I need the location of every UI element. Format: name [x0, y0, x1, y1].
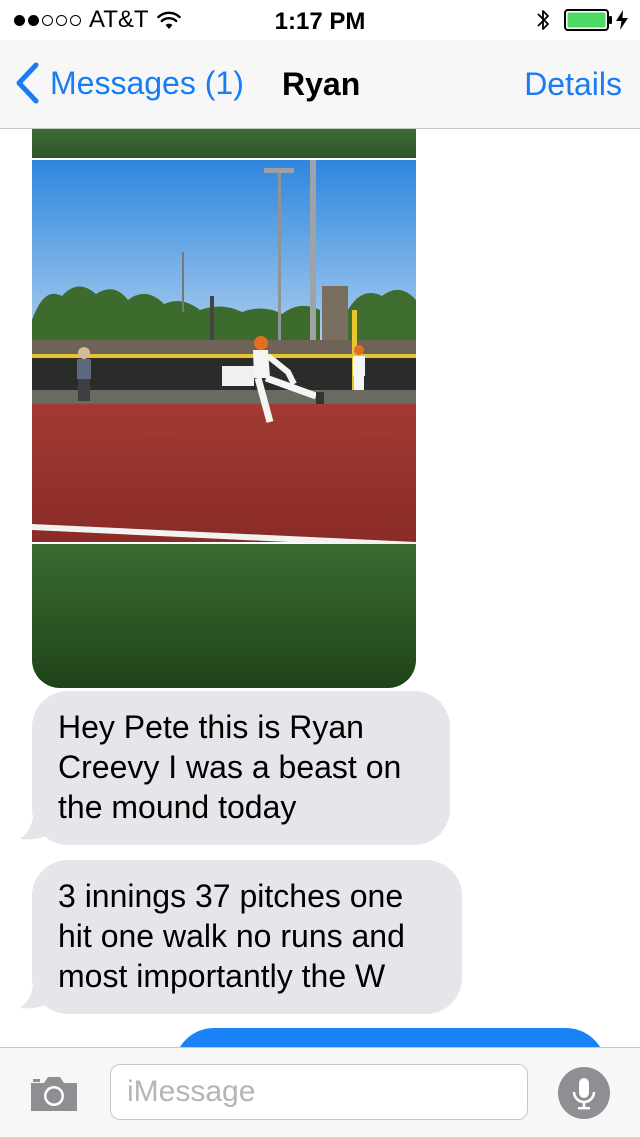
microphone-button[interactable] — [558, 1067, 610, 1119]
camera-icon — [31, 1077, 77, 1111]
back-button-label: Messages (1) — [50, 64, 244, 101]
sent-message-bubble[interactable] — [174, 1028, 606, 1047]
bluetooth-icon — [537, 10, 549, 30]
chevron-left-icon — [16, 62, 39, 104]
battery-icon — [564, 9, 612, 31]
details-button[interactable]: Details — [524, 66, 622, 103]
contact-name-title[interactable]: Ryan — [282, 66, 360, 103]
baseball-photo — [32, 160, 416, 688]
received-message-bubble[interactable]: Hey Pete this is Ryan Creevy I was a bea… — [32, 691, 450, 845]
microphone-icon — [558, 1067, 610, 1119]
back-button[interactable]: Messages (1) — [14, 62, 244, 104]
message-input-bar — [0, 1047, 640, 1137]
battery — [564, 9, 628, 31]
conversation[interactable]: Hey Pete this is Ryan Creevy I was a bea… — [0, 129, 640, 1047]
navigation-bar: Messages (1) Ryan Details — [0, 40, 640, 129]
bubble-tail — [20, 811, 54, 840]
imessage-input[interactable] — [110, 1064, 528, 1120]
camera-button[interactable] — [28, 1074, 80, 1114]
received-message-bubble[interactable]: 3 innings 37 pitches one hit one walk no… — [32, 860, 462, 1014]
status-bar: AT&T 1:17 PM — [0, 0, 640, 40]
charging-bolt-icon — [616, 10, 628, 30]
bubble-tail — [20, 980, 54, 1009]
photo-message[interactable] — [32, 160, 416, 688]
previous-photo-edge[interactable] — [32, 129, 416, 158]
status-right — [536, 8, 628, 32]
